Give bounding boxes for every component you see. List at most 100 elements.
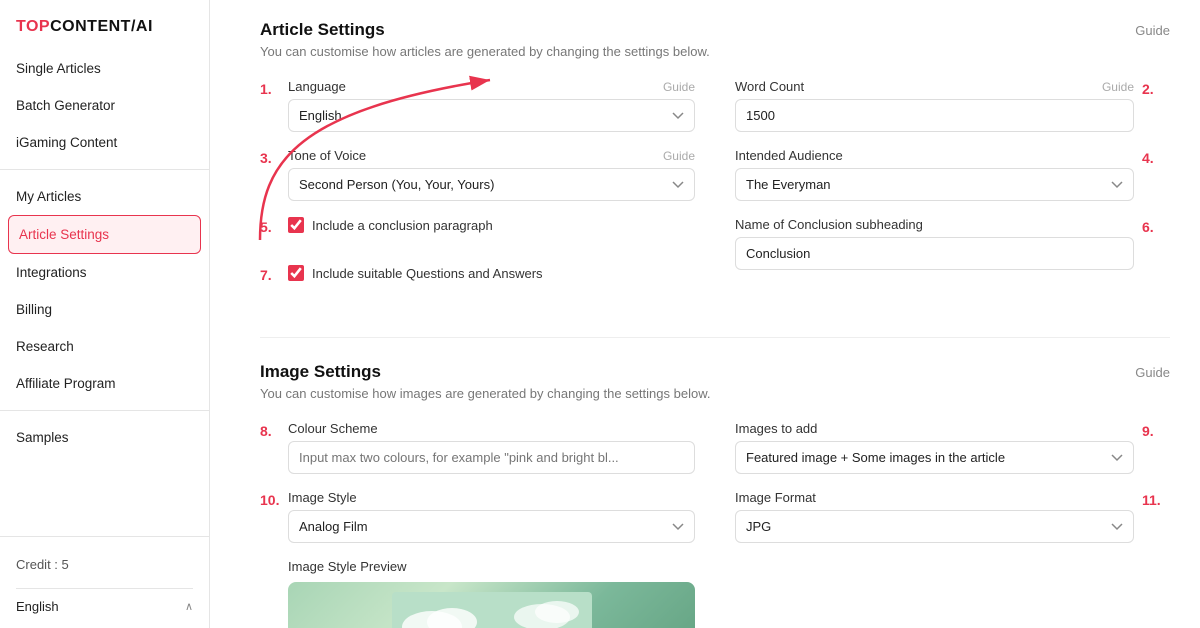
- audience-select[interactable]: The Everyman Experts Beginners: [735, 168, 1134, 201]
- qa-checkbox[interactable]: [288, 265, 304, 281]
- language-label: Language: [288, 79, 346, 94]
- sidebar-item-batch-generator[interactable]: Batch Generator: [0, 87, 209, 124]
- article-settings-desc: You can customise how articles are gener…: [260, 44, 1170, 59]
- tone-number: 3.: [260, 148, 288, 166]
- imagestyle-number: 10.: [260, 490, 288, 508]
- article-settings-grid: 1. Language Guide English Spanish French…: [260, 79, 1170, 313]
- wordcount-input[interactable]: [735, 99, 1134, 132]
- sidebar: TOPCONTENT/AI Single Articles Batch Gene…: [0, 0, 210, 628]
- conclusion-sub-wrap: Name of Conclusion subheading: [735, 217, 1134, 270]
- logo-rest: CONTENT/AI: [50, 18, 153, 35]
- conclusion-sub-label-row: Name of Conclusion subheading: [735, 217, 1134, 232]
- tone-select[interactable]: Second Person (You, Your, Yours) First P…: [288, 168, 695, 201]
- article-settings-left: 1. Language Guide English Spanish French…: [260, 79, 695, 313]
- audience-label: Intended Audience: [735, 148, 843, 163]
- image-settings-header: Image Settings Guide: [260, 362, 1170, 382]
- colour-input[interactable]: [288, 441, 695, 474]
- audience-label-row: Intended Audience: [735, 148, 1134, 163]
- colour-label: Colour Scheme: [288, 421, 378, 436]
- main-content: Article Settings Guide You can customise…: [210, 0, 1200, 628]
- conclusion-sub-field-row: Name of Conclusion subheading 6.: [735, 217, 1170, 270]
- sidebar-item-affiliate-program[interactable]: Affiliate Program: [0, 365, 209, 402]
- sidebar-item-article-settings[interactable]: Article Settings: [8, 215, 201, 254]
- image-settings-grid: 8. Colour Scheme 10. Image Style Analog …: [260, 421, 1170, 628]
- dino-illustration: [392, 592, 592, 628]
- sidebar-item-single-articles[interactable]: Single Articles: [0, 50, 209, 87]
- logo: TOPCONTENT/AI: [0, 0, 209, 50]
- image-settings-guide[interactable]: Guide: [1135, 365, 1170, 380]
- section-separator: [260, 337, 1170, 338]
- imagestoadd-select[interactable]: Featured image + Some images in the arti…: [735, 441, 1134, 474]
- imagestoadd-field-row: Images to add Featured image + Some imag…: [735, 421, 1170, 474]
- imagestyle-wrap: Image Style Analog Film Realistic Cartoo…: [288, 490, 695, 543]
- nav-divider-2: [0, 410, 209, 411]
- article-settings-guide[interactable]: Guide: [1135, 23, 1170, 38]
- audience-field-row: Intended Audience The Everyman Experts B…: [735, 148, 1170, 201]
- sidebar-item-billing[interactable]: Billing: [0, 291, 209, 328]
- image-settings-title: Image Settings: [260, 362, 381, 382]
- sidebar-item-samples[interactable]: Samples: [0, 419, 209, 456]
- tone-wrap: Tone of Voice Guide Second Person (You, …: [288, 148, 695, 201]
- article-settings-right: Word Count Guide 2. Intended Audience Th…: [735, 79, 1170, 313]
- conclusion-check-number: 5.: [260, 217, 288, 235]
- qa-checkbox-label: Include suitable Questions and Answers: [312, 266, 543, 281]
- wordcount-field-row: Word Count Guide 2.: [735, 79, 1170, 132]
- image-settings-left: 8. Colour Scheme 10. Image Style Analog …: [260, 421, 695, 628]
- imageformat-label: Image Format: [735, 490, 816, 505]
- imagestoadd-wrap: Images to add Featured image + Some imag…: [735, 421, 1134, 474]
- imageformat-number: 11.: [1142, 490, 1170, 508]
- sidebar-item-igaming-content[interactable]: iGaming Content: [0, 124, 209, 161]
- sidebar-item-my-articles[interactable]: My Articles: [0, 178, 209, 215]
- tone-guide: Guide: [663, 149, 695, 163]
- conclusion-check-row: 5. Include a conclusion paragraph: [260, 217, 695, 249]
- language-label-row: Language Guide: [288, 79, 695, 94]
- imagestyle-select[interactable]: Analog Film Realistic Cartoon: [288, 510, 695, 543]
- logo-top: TOP: [16, 18, 50, 35]
- qa-check-row: 7. Include suitable Questions and Answer…: [260, 265, 695, 297]
- qa-checkbox-wrap: Include suitable Questions and Answers: [288, 265, 543, 281]
- credit-label: Credit : 5: [16, 551, 193, 582]
- conclusion-checkbox-wrap: Include a conclusion paragraph: [288, 217, 493, 233]
- language-select[interactable]: English Spanish French: [288, 99, 695, 132]
- imagestyle-label-row: Image Style: [288, 490, 695, 505]
- preview-label-text: Image Style Preview: [288, 559, 695, 574]
- article-settings-title: Article Settings: [260, 20, 385, 40]
- imagestyle-label: Image Style: [288, 490, 357, 505]
- tone-label-row: Tone of Voice Guide: [288, 148, 695, 163]
- sidebar-item-research[interactable]: Research: [0, 328, 209, 365]
- conclusion-sub-number: 6.: [1142, 217, 1170, 235]
- image-settings-desc: You can customise how images are generat…: [260, 386, 1170, 401]
- imagestoadd-label-row: Images to add: [735, 421, 1134, 436]
- language-row[interactable]: English ∧: [16, 588, 193, 628]
- imagestoadd-label: Images to add: [735, 421, 817, 436]
- wordcount-guide: Guide: [1102, 80, 1134, 94]
- article-settings-header: Article Settings Guide: [260, 20, 1170, 40]
- wordcount-wrap: Word Count Guide: [735, 79, 1134, 132]
- sidebar-item-integrations[interactable]: Integrations: [0, 254, 209, 291]
- qa-check-number: 7.: [260, 265, 288, 283]
- wordcount-number: 2.: [1142, 79, 1170, 97]
- image-settings-right: Images to add Featured image + Some imag…: [735, 421, 1170, 628]
- preview-label: Image Style Preview: [288, 559, 695, 628]
- colour-label-row: Colour Scheme: [288, 421, 695, 436]
- colour-wrap: Colour Scheme: [288, 421, 695, 474]
- imageformat-field-row: Image Format JPG PNG WEBP 11.: [735, 490, 1170, 543]
- imagestyle-field-row: 10. Image Style Analog Film Realistic Ca…: [260, 490, 695, 543]
- wordcount-label-row: Word Count Guide: [735, 79, 1134, 94]
- imagestoadd-number: 9.: [1142, 421, 1170, 439]
- conclusion-sub-input[interactable]: [735, 237, 1134, 270]
- language-number: 1.: [260, 79, 288, 97]
- language-field-row: 1. Language Guide English Spanish French: [260, 79, 695, 132]
- sidebar-bottom: Credit : 5 English ∧: [0, 536, 209, 628]
- conclusion-checkbox[interactable]: [288, 217, 304, 233]
- imageformat-label-row: Image Format: [735, 490, 1134, 505]
- colour-field-row: 8. Colour Scheme: [260, 421, 695, 474]
- language-guide: Guide: [663, 80, 695, 94]
- nav-divider-1: [0, 169, 209, 170]
- colour-number: 8.: [260, 421, 288, 439]
- conclusion-checkbox-label: Include a conclusion paragraph: [312, 218, 493, 233]
- imageformat-select[interactable]: JPG PNG WEBP: [735, 510, 1134, 543]
- language-label: English: [16, 599, 59, 614]
- language-wrap: Language Guide English Spanish French: [288, 79, 695, 132]
- tone-label: Tone of Voice: [288, 148, 366, 163]
